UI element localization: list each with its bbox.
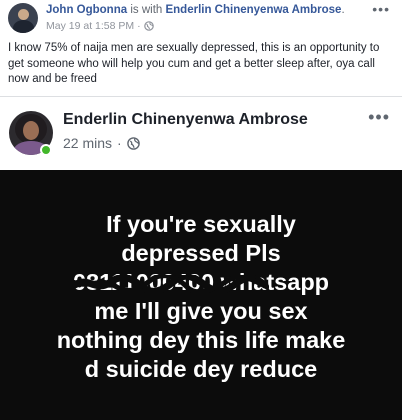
redacted-phone-number: 08111000400 (70, 268, 269, 297)
online-status-dot (40, 144, 52, 156)
image-text-line: 08111000400 whatsapp (0, 268, 402, 297)
post-timestamp-link[interactable]: 22 mins (63, 135, 112, 151)
meta-separator: · (137, 20, 141, 32)
globe-icon[interactable] (143, 21, 154, 31)
post-body-text: I know 75% of naija men are sexually dep… (8, 42, 380, 85)
meta-separator: · (117, 135, 122, 151)
post-timestamp-link[interactable]: May 19 at 1:58 PM (46, 20, 134, 32)
shared-post: John Ogbonna is with Enderlin Chinenyenw… (0, 0, 402, 97)
original-post: Enderlin Chinenyenwa Ambrose 22 mins · •… (0, 97, 402, 420)
avatar-face (23, 121, 39, 140)
author-name-link[interactable]: Enderlin Chinenyenwa Ambrose (63, 111, 308, 129)
image-text-line: depressed Pls (121, 240, 281, 266)
redaction-scribble (70, 275, 269, 293)
globe-icon[interactable] (126, 136, 140, 150)
avatar-head (18, 9, 29, 20)
post-meta: 22 mins · (63, 135, 140, 151)
more-options-icon[interactable]: ••• (372, 1, 390, 17)
with-text: is with (127, 4, 166, 16)
tagged-suffix: . (341, 4, 345, 16)
avatar-body (13, 20, 34, 33)
text-post-image[interactable]: If you're sexually depressed Pls 0811100… (0, 170, 402, 420)
author-name-link[interactable]: John Ogbonna (46, 4, 127, 16)
image-text: If you're sexually depressed Pls 0811100… (0, 210, 402, 384)
post-header: John Ogbonna is with Enderlin Chinenyenw… (46, 4, 345, 16)
image-text-line: me I'll give you sex (94, 298, 308, 324)
image-text-line: If you're sexually (106, 211, 296, 237)
more-options-icon[interactable]: ••• (368, 107, 390, 128)
tagged-user-link[interactable]: Enderlin Chinenyenwa Ambrose (165, 4, 341, 16)
image-text-line: d suicide dey reduce (84, 356, 318, 382)
post-meta: May 19 at 1:58 PM · (46, 20, 154, 32)
image-text-line: nothing dey this life make (56, 327, 346, 353)
avatar[interactable] (8, 3, 38, 33)
